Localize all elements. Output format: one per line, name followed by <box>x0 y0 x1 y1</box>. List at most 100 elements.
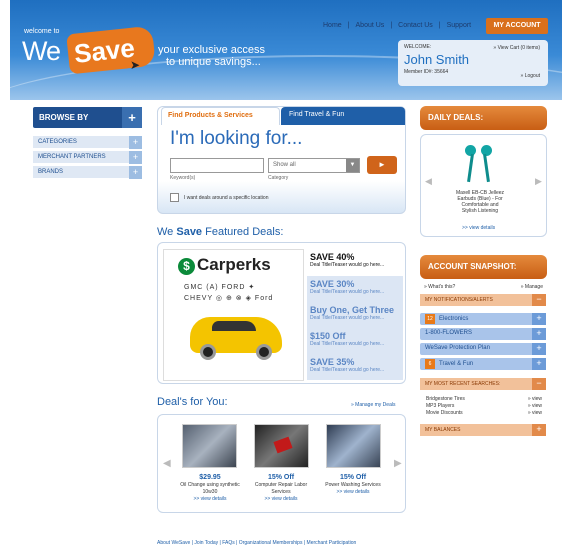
plus-icon[interactable]: + <box>532 328 546 340</box>
recent-search-term: Movie Discounts <box>426 410 463 416</box>
view-details-link[interactable]: >> view details <box>318 489 388 496</box>
category-select[interactable]: Show all ▼ <box>268 158 360 173</box>
chevron-right-icon[interactable]: ▶ <box>535 176 542 187</box>
view-details-link[interactable]: >> view details <box>175 496 245 503</box>
keyword-input[interactable] <box>170 158 264 173</box>
carperks-logo: $ Carperks <box>178 255 271 275</box>
plus-icon[interactable]: + <box>532 424 546 436</box>
logo-we[interactable]: We <box>22 36 61 67</box>
featured-deal-item[interactable]: $150 Off Deal Title/Teaser would go here… <box>307 328 403 355</box>
recent-search-item: Bridgestone Tires » view <box>426 396 544 402</box>
daily-view-details-link[interactable]: >> view details <box>462 225 495 231</box>
logout-link[interactable]: » Logout <box>521 73 540 79</box>
car-wheel <box>200 344 216 360</box>
nav-support[interactable]: Support <box>447 22 472 29</box>
featured-deal-item[interactable]: SAVE 30% Deal Title/Teaser would go here… <box>307 276 403 303</box>
sidebar-item-brands[interactable]: BRANDS + <box>33 166 142 179</box>
nav-about[interactable]: About Us <box>356 22 385 29</box>
featured-deal-item[interactable]: SAVE 35% Deal Title/Teaser would go here… <box>307 354 403 381</box>
category-value: Show all <box>273 162 296 168</box>
dollar-icon: $ <box>178 258 195 275</box>
recent-search-item: MP3 Players » view <box>426 403 544 409</box>
plus-icon[interactable]: + <box>129 151 142 164</box>
browse-by-header[interactable]: BROWSE BY + <box>33 107 142 128</box>
sidebar-item-label: CATEGORIES <box>38 139 77 145</box>
nav-separator: | <box>390 22 393 29</box>
view-link[interactable]: » view <box>528 410 542 416</box>
earbud-cord <box>483 153 490 183</box>
deals-for-you-title: Deal's for You: <box>157 396 228 408</box>
earbuds-image[interactable] <box>461 145 497 185</box>
sidebar-item-label: BRANDS <box>38 169 64 175</box>
tab-find-products[interactable]: Find Products & Services <box>161 107 280 125</box>
oil-change-image[interactable] <box>182 424 237 468</box>
chevron-right-icon[interactable]: ▶ <box>394 458 402 469</box>
deal-description: Oil Change using synthetic 10w30 <box>180 482 240 495</box>
plus-icon[interactable]: + <box>532 343 546 355</box>
featured-deal-item[interactable]: Buy One, Get Three Deal Title/Teaser wou… <box>307 302 403 329</box>
view-link[interactable]: » view <box>528 403 542 409</box>
minus-icon[interactable]: − <box>532 378 546 390</box>
car-brand-logos: GMC (A) FORD ✦ CHEVY ◎ ⊕ ⊗ ◈ Ford <box>184 284 274 302</box>
alert-row[interactable]: WeSave Protection Plan + <box>420 343 546 355</box>
nav-contact[interactable]: Contact Us <box>398 22 433 29</box>
featured-deal-item[interactable]: SAVE 40% Deal Title/Teaser would go here… <box>307 249 403 276</box>
search-go-button[interactable]: ► <box>367 156 397 174</box>
minus-icon[interactable]: − <box>532 294 546 306</box>
view-link[interactable]: » view <box>528 396 542 402</box>
nav-home[interactable]: Home <box>323 22 342 29</box>
chevron-left-icon[interactable]: ◀ <box>163 458 171 469</box>
browse-by-title: BROWSE BY <box>39 113 89 122</box>
chevron-down-icon[interactable]: ▼ <box>346 159 359 172</box>
featured-title: We Save Featured Deals: <box>157 226 283 238</box>
sidebar-item-categories[interactable]: CATEGORIES + <box>33 136 142 149</box>
balances-label: MY BALANCES <box>425 427 461 433</box>
deal-title: SAVE 40% <box>310 252 355 262</box>
alert-row[interactable]: 1-800-FLOWERS + <box>420 328 546 340</box>
featured-title-post: Featured Deals: <box>202 226 284 238</box>
featured-title-pre: We <box>157 226 177 238</box>
view-cart-link[interactable]: » View Cart (0 items) <box>493 45 540 51</box>
alert-row[interactable]: 6 Travel & Fun + <box>420 358 546 370</box>
deal-card: 15% Off Computer Repair Labor Services >… <box>246 473 316 503</box>
deal-card: $29.95 Oil Change using synthetic 10w30 … <box>175 473 245 503</box>
recent-search-item: Movie Discounts » view <box>426 410 544 416</box>
tagline: your exclusive access to unique savings.… <box>158 44 265 68</box>
sidebar-item-merchant-partners[interactable]: MERCHANT PARTNERS + <box>33 151 142 164</box>
deal-title: SAVE 35% <box>310 357 355 367</box>
power-washing-image[interactable] <box>326 424 381 468</box>
category-label: Category <box>268 175 289 181</box>
earbud-cord <box>467 153 474 183</box>
alert-row[interactable]: 12 Electronics + <box>420 313 546 325</box>
plus-icon[interactable]: + <box>129 166 142 179</box>
cursor-icon: ➤ <box>130 58 141 72</box>
plus-icon[interactable]: + <box>122 107 142 128</box>
deal-title: $150 Off <box>310 331 346 341</box>
my-account-button[interactable]: MY ACCOUNT <box>486 18 548 34</box>
user-box: WELCOME: » View Cart (0 items) John Smit… <box>398 40 548 86</box>
manage-link[interactable]: » Manage <box>521 284 543 290</box>
deal-subtitle: Deal Title/Teaser would go here... <box>310 341 385 347</box>
recent-search-term: MP3 Players <box>426 403 455 409</box>
chevron-left-icon[interactable]: ◀ <box>425 176 432 187</box>
repair-key <box>273 436 293 454</box>
whats-this-link[interactable]: » What's this? <box>420 284 455 290</box>
plus-icon[interactable]: + <box>129 136 142 149</box>
plus-icon[interactable]: + <box>532 358 546 370</box>
location-checkbox[interactable] <box>170 193 179 202</box>
manage-deals-link[interactable]: » Manage my Deals <box>351 402 395 408</box>
plus-icon[interactable]: + <box>532 313 546 325</box>
notifications-row[interactable]: MY NOTIFICATIONS/ALERTS − <box>420 294 546 306</box>
car-wheel <box>256 344 272 360</box>
view-details-link[interactable]: >> view details <box>246 496 316 503</box>
balances-row[interactable]: MY BALANCES + <box>420 424 546 436</box>
recent-search-term: Bridgestone Tires <box>426 396 465 402</box>
deal-subtitle: Deal Title/Teaser would go here... <box>310 262 385 268</box>
tagline-line-1: your exclusive access <box>158 44 265 56</box>
user-name: John Smith <box>404 52 470 67</box>
keyword-label: Keyword(s) <box>170 175 196 181</box>
recent-searches-row[interactable]: MY MOST RECENT SEARCHES: − <box>420 378 546 390</box>
tab-find-travel[interactable]: Find Travel & Fun <box>281 107 405 125</box>
computer-repair-image[interactable] <box>254 424 309 468</box>
footer-links[interactable]: About WeSave | Join Today | FAQs | Organ… <box>157 540 356 546</box>
